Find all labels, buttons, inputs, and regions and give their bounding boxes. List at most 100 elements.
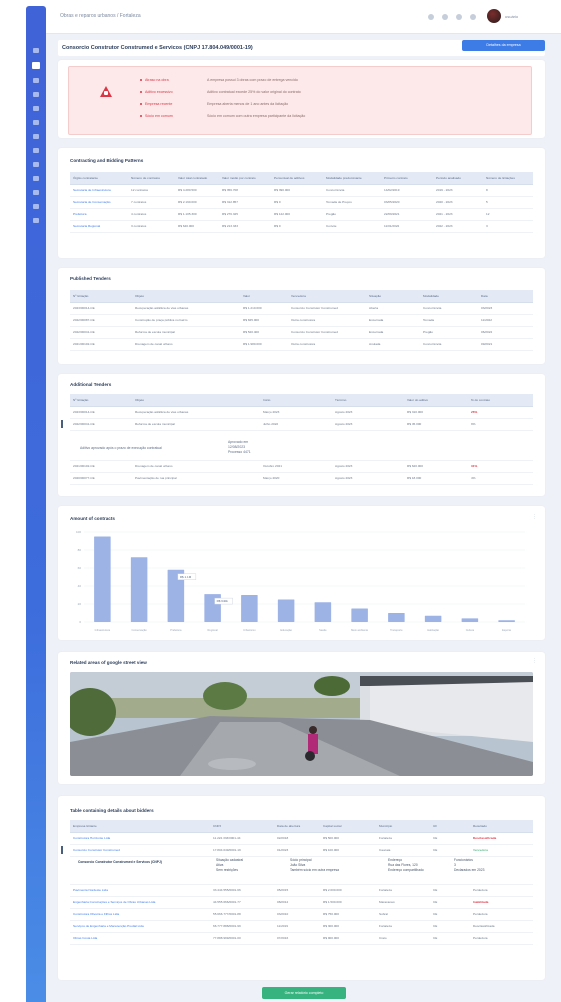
table-row-expanded[interactable]: 2022/00041-CE Reforma de escola municipa… (70, 418, 533, 431)
agency-link[interactable]: Secretaria Regional (70, 220, 128, 233)
avatar[interactable] (487, 9, 501, 23)
column-header[interactable]: Situação (366, 290, 420, 303)
column-header[interactable]: Modalidade (420, 290, 478, 303)
table-cell: Fortaleza (376, 832, 430, 845)
flag-icon[interactable] (470, 14, 476, 20)
column-header[interactable]: Valor total contratado (175, 172, 219, 185)
column-header[interactable]: Primeiro contrato (381, 172, 433, 185)
column-header[interactable]: Valor (240, 290, 288, 303)
column-header[interactable]: Data de abertura (274, 820, 320, 833)
table-cell: 5 (483, 196, 533, 209)
bidder-link[interactable]: Pavimenta Nordeste Ltda (70, 884, 210, 897)
breadcrumb[interactable]: Obras e reparos urbanos / Fortaleza (60, 13, 141, 19)
bar[interactable] (314, 602, 332, 622)
notification-icon[interactable] (428, 14, 434, 20)
company-details-button[interactable]: Detalhes da empresa (462, 40, 545, 51)
column-header[interactable]: Período analisado (433, 172, 483, 185)
column-header[interactable]: Início (260, 394, 332, 407)
table-cell: Drenagem de canal urbano (132, 460, 260, 473)
column-header[interactable]: Número de contratos (128, 172, 175, 185)
generate-report-button[interactable]: Gerar relatório completo (262, 987, 346, 999)
more-options-icon[interactable]: ⋮ (532, 514, 537, 520)
y-tick-label: 80 (78, 548, 82, 552)
document-icon[interactable] (33, 120, 39, 125)
column-header[interactable]: Valor do aditivo (404, 394, 468, 407)
alert-label[interactable]: Sócio em comum (145, 114, 207, 118)
additional-table: Nº licitação Objeto Início Término Valor… (70, 394, 533, 485)
table-cell: 17.804.049/0001-19 (210, 844, 274, 857)
table-cell: R$ 620.000 (404, 460, 468, 473)
menu-icon[interactable] (33, 48, 39, 53)
column-header[interactable]: CNPJ (210, 820, 274, 833)
bidder-link[interactable]: Consorcio Construtor Construmed (70, 844, 210, 857)
column-header[interactable]: Número de licitações (483, 172, 533, 185)
search-icon[interactable] (33, 176, 39, 181)
bidder-link[interactable]: Engenharia Construções e Serviços de Obr… (70, 896, 210, 909)
building-icon[interactable] (33, 92, 39, 97)
users-icon[interactable] (33, 148, 39, 153)
table-cell: Agosto 2023 (332, 460, 404, 473)
settings-icon[interactable] (33, 204, 39, 209)
column-header[interactable]: Nº licitação (70, 290, 132, 303)
column-header[interactable]: Término (332, 394, 404, 407)
column-header[interactable]: Modalidade predominante (323, 172, 381, 185)
table-row-expanded[interactable]: Consorcio Construtor Construmed 17.804.0… (70, 844, 533, 857)
dashboard-icon[interactable] (33, 78, 39, 83)
column-header[interactable]: Objeto (132, 394, 260, 407)
column-header[interactable]: Nº licitação (70, 394, 132, 407)
column-header[interactable]: Resultado (470, 820, 533, 833)
column-header[interactable]: Órgão contratante (70, 172, 128, 185)
column-header[interactable]: Empresa licitante (70, 820, 210, 833)
home-icon[interactable] (32, 62, 40, 69)
alert-icon[interactable] (33, 162, 39, 167)
street-view-image[interactable] (70, 672, 533, 776)
table-cell: Anulada (366, 338, 420, 351)
column-header[interactable]: Objeto (132, 290, 240, 303)
alert-label[interactable]: Atraso na obra (145, 78, 207, 82)
help-icon[interactable] (33, 218, 39, 223)
table-cell: R$ 500.000 (320, 832, 376, 845)
bar[interactable] (94, 536, 111, 623)
bar[interactable] (498, 620, 515, 622)
message-icon[interactable] (442, 14, 448, 20)
calendar-icon[interactable] (456, 14, 462, 20)
agency-link[interactable]: Prefeitura (70, 208, 128, 221)
bar[interactable] (277, 599, 295, 623)
column-header[interactable]: Município (376, 820, 430, 833)
table-cell: 2021 - 2023 (433, 208, 483, 221)
table-row: Construtora Horizonte Ltda 11.222.333/00… (70, 832, 533, 845)
x-tick-label: Esporte (502, 628, 511, 632)
user-name[interactable]: usuário (505, 14, 518, 19)
bar[interactable] (351, 608, 368, 623)
bidder-link[interactable]: Obras Costa Ltda (70, 932, 210, 945)
table-cell: Drenagem de canal urbano (132, 338, 240, 351)
bidder-link[interactable]: Construtora Oliveira e Filhos Ltda (70, 908, 210, 921)
agency-link[interactable]: Secretaria de Infraestrutura (70, 184, 128, 197)
expand-indicator[interactable] (61, 846, 63, 854)
more-options-icon[interactable]: ⋮ (532, 658, 537, 664)
folder-icon[interactable] (33, 190, 39, 195)
bar[interactable] (424, 615, 442, 622)
expand-indicator[interactable] (61, 420, 63, 428)
map-icon[interactable] (33, 106, 39, 111)
table-cell: Recuperação asfáltica de vias urbanas (132, 302, 240, 315)
column-header[interactable]: UF (430, 820, 470, 833)
bar[interactable] (241, 595, 258, 622)
bar-chart: 0 20 40 60 80 100 Infraestrutura Conservação Pre… (76, 530, 525, 632)
column-header[interactable]: Percentual de aditivos (271, 172, 323, 185)
column-header[interactable]: % do contrato (468, 394, 533, 407)
bidder-link[interactable]: Serviços de Engenharia e Manutenção Pred… (70, 920, 210, 933)
column-header[interactable]: Valor médio por contrato (219, 172, 271, 185)
alert-label[interactable]: Empresa recente (145, 102, 207, 106)
column-header[interactable]: Capital social (320, 820, 376, 833)
bar[interactable] (130, 557, 148, 622)
bidder-link[interactable]: Construtora Horizonte Ltda (70, 832, 210, 845)
table-cell: Desclassificada (470, 920, 533, 933)
bar[interactable] (461, 618, 479, 622)
column-header[interactable]: Data (478, 290, 533, 303)
chart-icon[interactable] (33, 134, 39, 139)
bar[interactable] (388, 613, 405, 622)
agency-link[interactable]: Secretaria de Conservação (70, 196, 128, 209)
alert-label[interactable]: Aditivo excessivo (145, 90, 207, 94)
column-header[interactable]: Vencedora (288, 290, 366, 303)
